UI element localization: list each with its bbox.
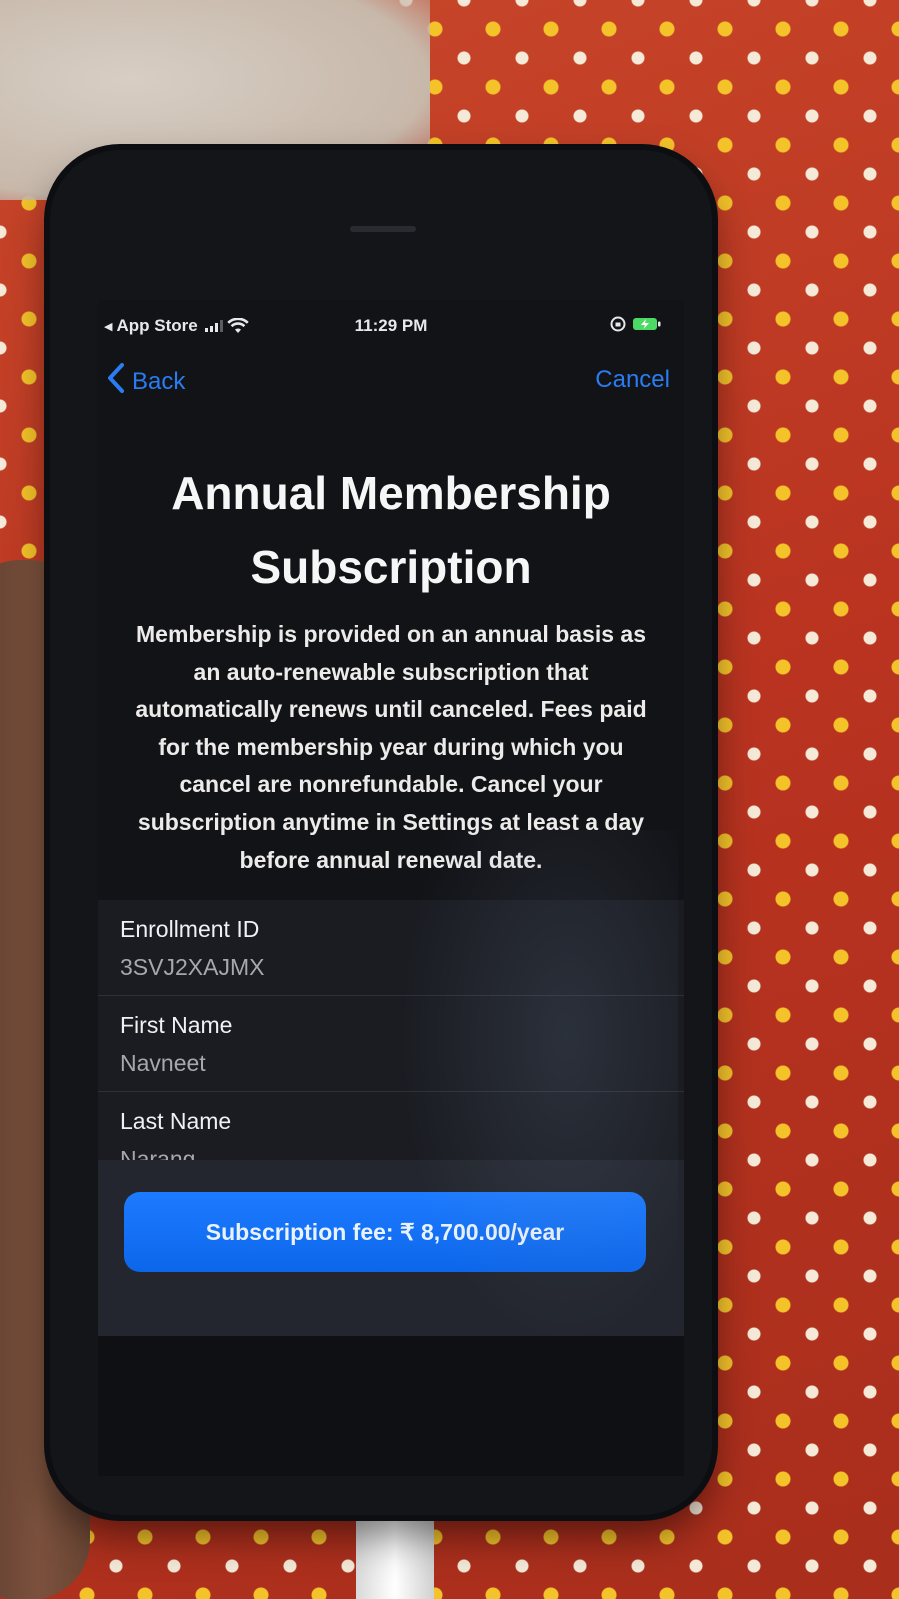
back-button-label: Back bbox=[132, 367, 186, 395]
speaker-grill bbox=[350, 226, 416, 232]
page-title-line-1: Annual Membership bbox=[171, 467, 611, 519]
navigation-bar: Back Cancel bbox=[98, 358, 684, 398]
field-label: Enrollment ID bbox=[120, 916, 260, 942]
status-right bbox=[610, 316, 662, 332]
field-value: 3SVJ2XAJMX bbox=[120, 954, 265, 980]
membership-description: Membership is provided on an annual basi… bbox=[135, 621, 647, 873]
field-label: Last Name bbox=[120, 1108, 232, 1134]
charging-cable bbox=[356, 1510, 434, 1599]
form-row-last-name[interactable]: Last Name Narang bbox=[98, 1092, 684, 1160]
phone-bezel-bottom bbox=[98, 1336, 684, 1476]
subscribe-button[interactable]: Subscription fee: ₹ 8,700.00/year bbox=[124, 1192, 646, 1272]
subscribe-panel: Subscription fee: ₹ 8,700.00/year bbox=[98, 1160, 684, 1336]
page-title: Annual Membership Subscription bbox=[118, 456, 664, 604]
status-time: 11:29 PM bbox=[354, 316, 428, 335]
enrollment-form[interactable]: Enrollment ID 3SVJ2XAJMX First Name Navn… bbox=[98, 900, 684, 1160]
form-row-first-name[interactable]: First Name Navneet bbox=[98, 996, 684, 1092]
cancel-button[interactable]: Cancel bbox=[595, 366, 670, 394]
status-bar: ◀ App Store 11:29 PM bbox=[98, 312, 684, 340]
rotation-lock-icon bbox=[610, 316, 626, 332]
back-button[interactable]: Back bbox=[106, 362, 185, 401]
phone: ◀ App Store 11:29 PM Back Cancel Annual … bbox=[50, 150, 712, 1515]
field-label: First Name bbox=[120, 1012, 233, 1038]
page-title-line-2: Subscription bbox=[250, 541, 532, 593]
field-value: Navneet bbox=[120, 1050, 206, 1076]
field-value: Narang bbox=[120, 1146, 196, 1160]
chevron-left-icon bbox=[106, 362, 126, 401]
form-row-enrollment-id[interactable]: Enrollment ID 3SVJ2XAJMX bbox=[98, 900, 684, 996]
screen: ◀ App Store 11:29 PM Back Cancel Annual … bbox=[98, 300, 684, 1336]
battery-charging-icon bbox=[632, 316, 662, 332]
